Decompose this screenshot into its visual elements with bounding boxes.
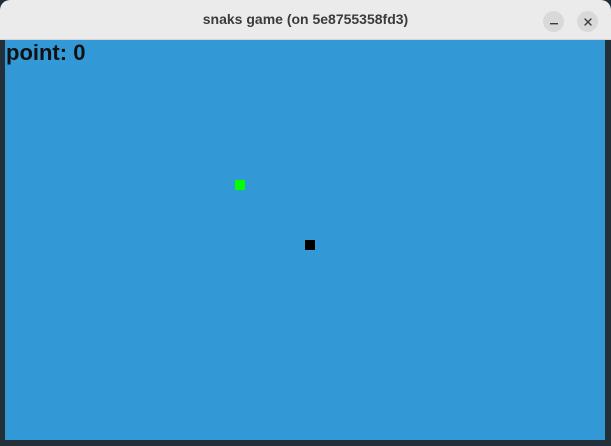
snake-head (305, 240, 315, 250)
close-icon (583, 17, 593, 27)
game-window: snaks game (on 5e8755358fd3) point: 0 (0, 0, 611, 446)
window-right-edge (605, 40, 611, 440)
score-display: point: 0 (6, 40, 86, 65)
close-button[interactable] (577, 11, 598, 32)
window-titlebar[interactable]: snaks game (on 5e8755358fd3) (0, 0, 611, 40)
game-canvas[interactable]: point: 0 (5, 40, 605, 440)
window-bottom-edge (0, 440, 611, 446)
window-title: snaks game (on 5e8755358fd3) (202, 11, 409, 27)
minimize-button[interactable] (543, 11, 564, 32)
food-pellet (235, 180, 245, 190)
minimize-icon (549, 17, 559, 27)
